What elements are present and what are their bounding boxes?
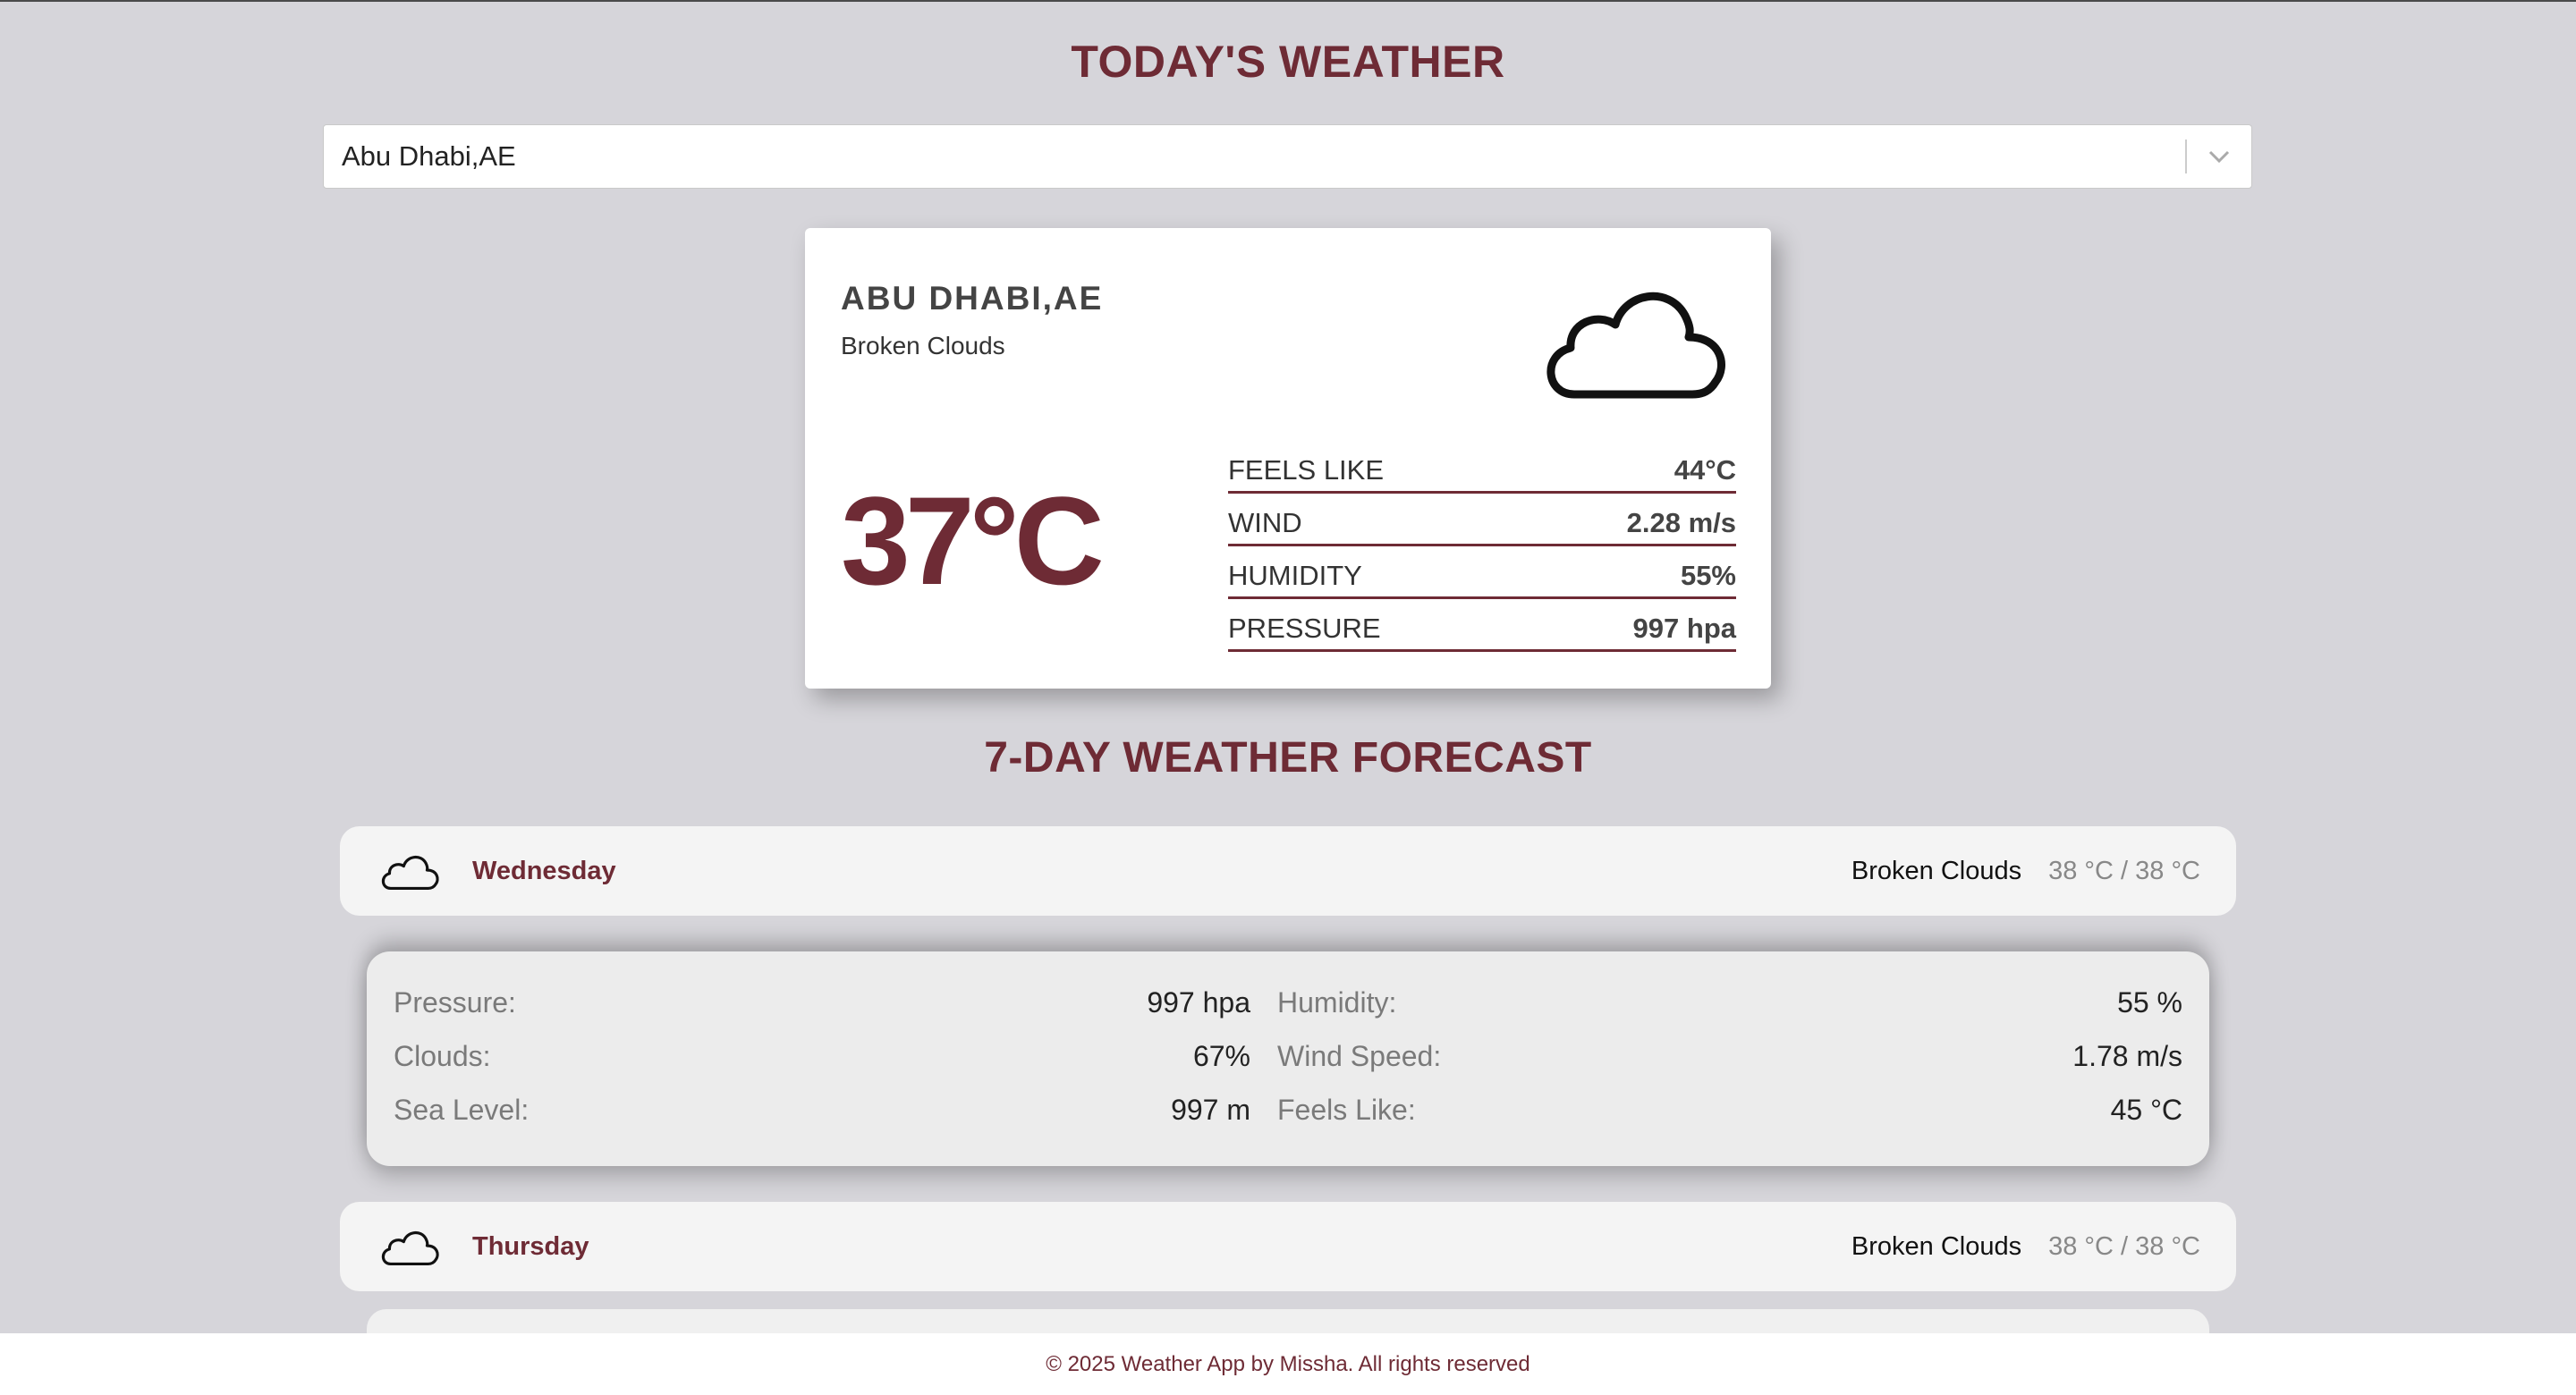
detail-row-humidity: HUMIDITY 55% — [1228, 548, 1736, 599]
forecast-day-name: Thursday — [472, 1231, 589, 1261]
detail-row-pressure: PRESSURE 997 hpa — [1228, 601, 1736, 652]
detail-value: 55% — [1680, 560, 1736, 591]
page-title: TODAY'S WEATHER — [1071, 37, 1505, 87]
forecast-day-details-panel: Pressure: 997 hpa Humidity: 55 % Clouds:… — [367, 951, 2209, 1166]
detail-clouds: Clouds: 67% — [394, 1039, 1250, 1073]
current-weather-card: ABU DHABI,AE Broken Clouds 37°C FEELS LI… — [805, 228, 1771, 689]
detail-label: HUMIDITY — [1228, 560, 1362, 591]
detail-row-feels-like: FEELS LIKE 44°C — [1228, 443, 1736, 494]
selected-city-value[interactable]: Abu Dhabi,AE — [324, 140, 2185, 173]
detail-value: 67% — [1192, 1039, 1250, 1072]
detail-label: FEELS LIKE — [1228, 454, 1385, 486]
detail-label: Feels Like: — [1277, 1093, 1416, 1126]
detail-label: Clouds: — [394, 1039, 491, 1072]
city-search-select[interactable]: Abu Dhabi,AE — [323, 124, 2252, 189]
current-city-name: ABU DHABI,AE — [841, 280, 1104, 317]
detail-label: PRESSURE — [1228, 613, 1381, 644]
detail-label: Wind Speed: — [1277, 1039, 1442, 1072]
forecast-day-temp-range: 38 °C / 38 °C — [2048, 1231, 2200, 1261]
current-temperature: 37°C — [841, 470, 1105, 611]
detail-sea-level: Sea Level: 997 m — [394, 1093, 1250, 1127]
forecast-day-temp-range: 38 °C / 38 °C — [2048, 856, 2200, 885]
forecast-day-name: Wednesday — [472, 856, 616, 885]
detail-feels-like: Feels Like: 45 °C — [1277, 1093, 2182, 1127]
cloud-icon — [1538, 273, 1735, 411]
current-details-list: FEELS LIKE 44°C WIND 2.28 m/s HUMIDITY 5… — [1228, 443, 1736, 654]
forecast-title: 7-DAY WEATHER FORECAST — [984, 734, 1592, 782]
detail-value: 55 % — [2117, 985, 2182, 1019]
detail-label: Humidity: — [1277, 985, 1397, 1019]
detail-row-wind: WIND 2.28 m/s — [1228, 495, 1736, 546]
detail-value: 1.78 m/s — [2072, 1039, 2182, 1072]
detail-value: 997 hpa — [1632, 613, 1736, 644]
detail-label: WIND — [1228, 507, 1302, 538]
detail-pressure: Pressure: 997 hpa — [394, 985, 1250, 1019]
footer-text: © 2025 Weather App by Missha. All rights… — [1046, 1351, 1530, 1376]
detail-value: 997 hpa — [1147, 985, 1250, 1019]
forecast-day-row-wednesday[interactable]: Wednesday Broken Clouds 38 °C / 38 °C — [340, 826, 2236, 916]
footer: © 2025 Weather App by Missha. All rights… — [0, 1333, 2576, 1395]
forecast-day-description: Broken Clouds — [1851, 856, 2022, 885]
cloud-icon — [379, 849, 442, 893]
detail-humidity: Humidity: 55 % — [1277, 985, 2182, 1019]
detail-value: 997 m — [1171, 1093, 1250, 1126]
current-condition: Broken Clouds — [841, 332, 1005, 359]
detail-value: 45 °C — [2110, 1093, 2182, 1126]
detail-label: Sea Level: — [394, 1093, 530, 1126]
cloud-icon — [379, 1224, 442, 1269]
detail-value: 44°C — [1674, 454, 1736, 486]
detail-label: Pressure: — [394, 985, 516, 1019]
detail-value: 2.28 m/s — [1626, 507, 1736, 538]
forecast-day-row-thursday[interactable]: Thursday Broken Clouds 38 °C / 38 °C — [340, 1202, 2236, 1291]
forecast-day-description: Broken Clouds — [1851, 1231, 2022, 1261]
chevron-down-icon[interactable] — [2187, 125, 2251, 188]
detail-wind-speed: Wind Speed: 1.78 m/s — [1277, 1039, 2182, 1073]
